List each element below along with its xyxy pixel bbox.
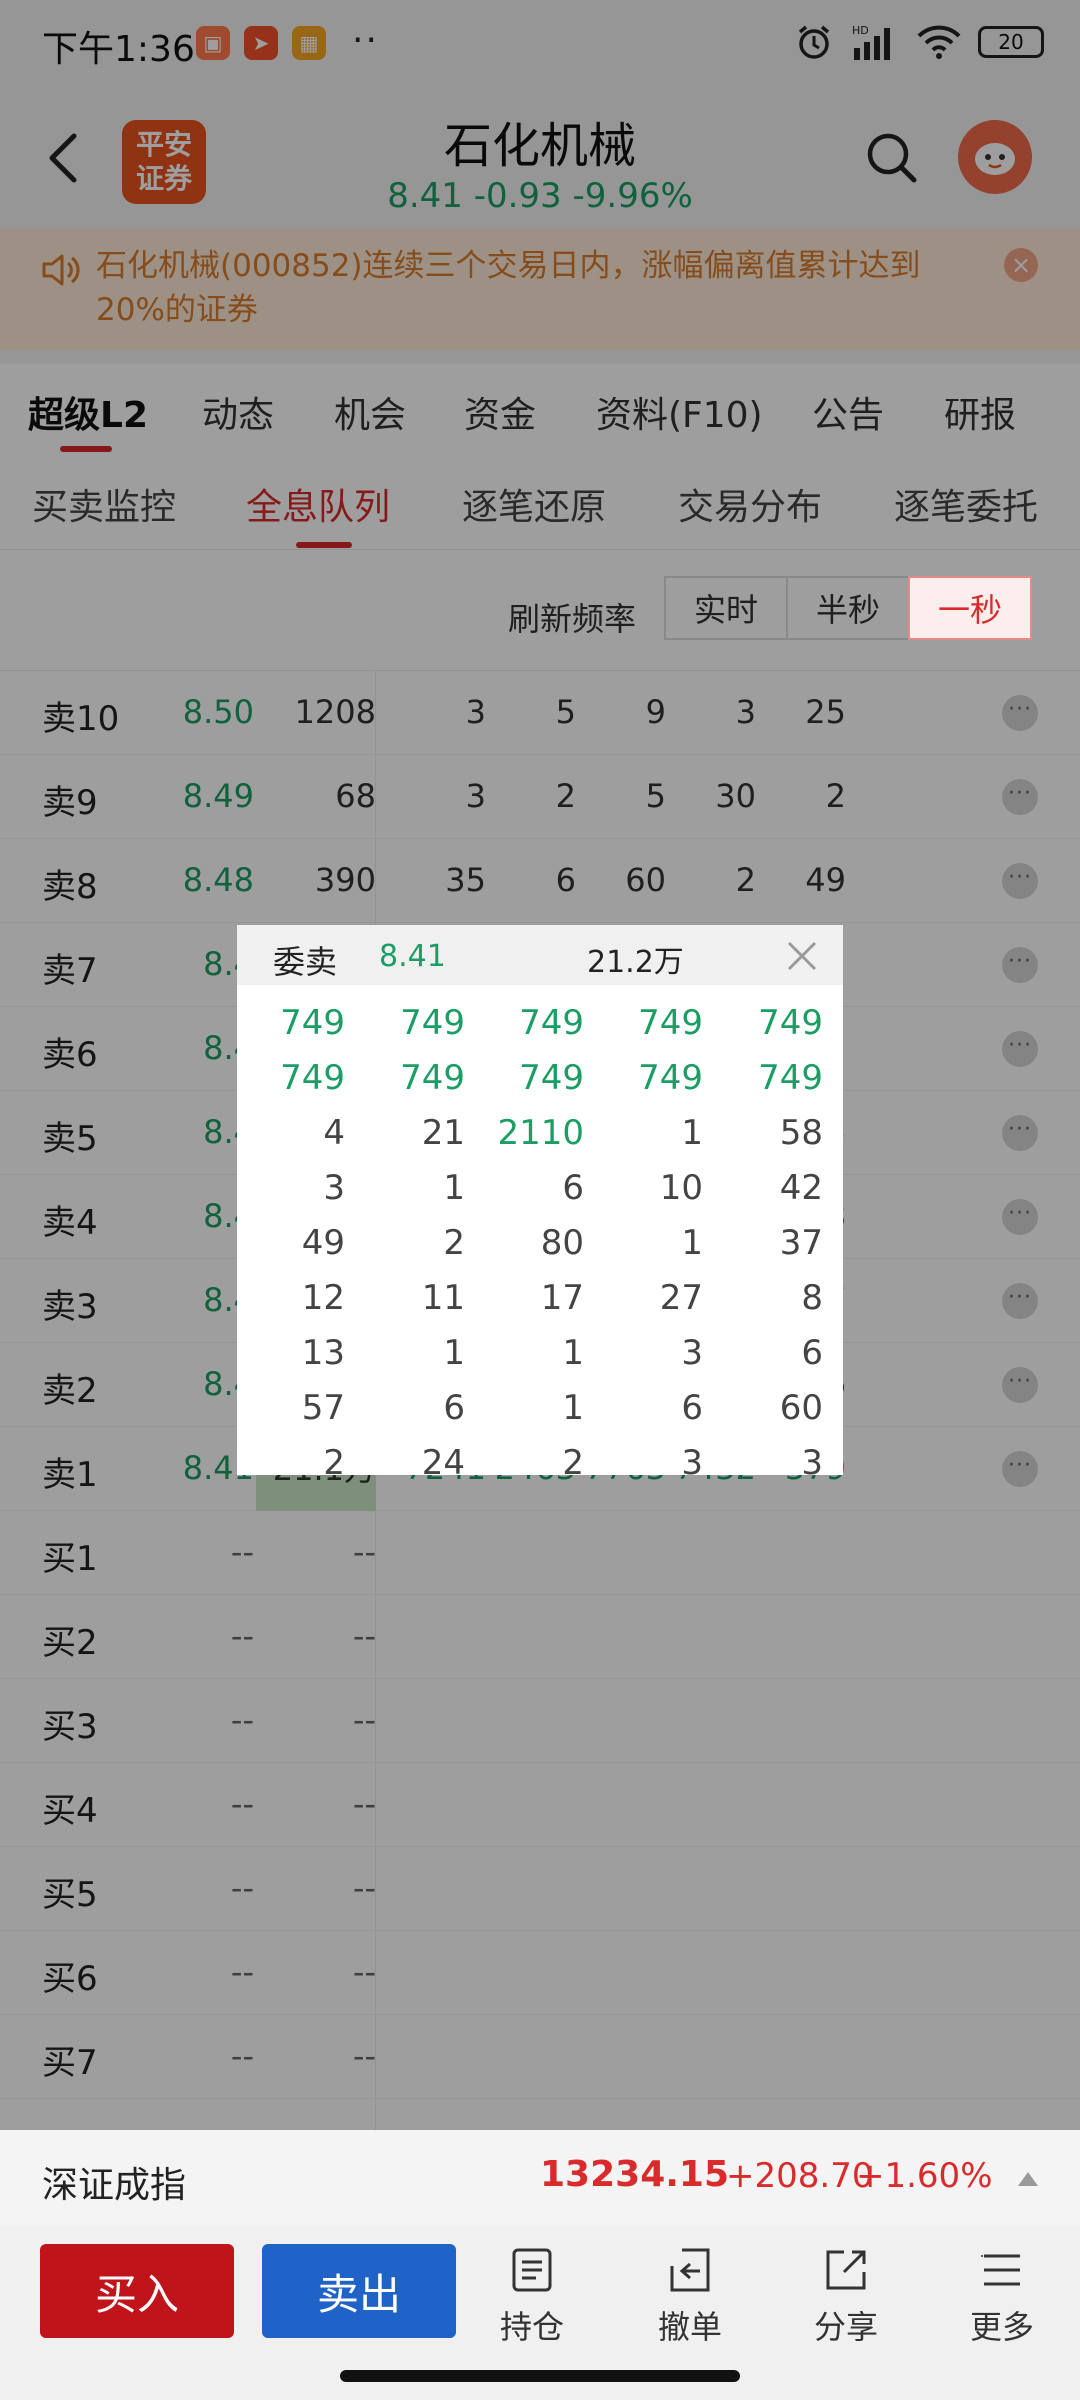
close-icon[interactable]	[785, 939, 819, 973]
popup-header: 委卖 8.41 21.2万	[237, 925, 843, 985]
expand-up-icon[interactable]	[1018, 2172, 1038, 2186]
popup-queue-cell: 12	[301, 1278, 345, 1318]
popup-queue-cell: 57	[301, 1388, 345, 1428]
popup-queue-cell: 4	[323, 1113, 345, 1153]
popup-queue-cell: 3	[681, 1333, 703, 1373]
more-menu-icon	[981, 2254, 1020, 2286]
bottom-action-bar: 买入 卖出 持仓 撤单 分享 更多	[0, 2226, 1080, 2400]
cancel-order-button[interactable]: 撤单	[630, 2246, 750, 2348]
index-value: 13234.15	[540, 2154, 730, 2195]
home-indicator[interactable]	[340, 2370, 740, 2382]
popup-queue-cell: 37	[779, 1223, 823, 1263]
popup-queue-cell: 2110	[497, 1113, 584, 1153]
popup-queue-cell: 749	[758, 1003, 823, 1043]
popup-queue-cell: 749	[519, 1058, 584, 1098]
refresh-one-second-button[interactable]: 一秒	[908, 576, 1032, 640]
popup-queue-cell: 24	[421, 1443, 465, 1475]
popup-queue-cell: 8	[801, 1278, 823, 1318]
holdings-icon	[512, 2248, 552, 2292]
popup-queue-cell: 1	[681, 1113, 703, 1153]
popup-queue-cell: 1	[562, 1388, 584, 1428]
popup-queue-cell: 3	[801, 1443, 823, 1475]
buy-button[interactable]: 买入	[40, 2244, 234, 2338]
share-label: 分享	[813, 2308, 878, 2346]
more-label: 更多	[969, 2308, 1034, 2346]
popup-queue-cell: 17	[540, 1278, 584, 1318]
cancel-order-icon	[670, 2248, 710, 2292]
popup-queue-cell: 6	[443, 1388, 465, 1428]
popup-queue-cell: 11	[421, 1278, 465, 1318]
popup-queue-cell: 1	[681, 1223, 703, 1263]
popup-queue-cell: 749	[638, 1003, 703, 1043]
sell-button[interactable]: 卖出	[262, 2244, 456, 2338]
ask-queue-popup: 委卖 8.41 21.2万 749 749 749 749 749 749 749 749 74…	[237, 925, 843, 1475]
popup-queue-cell: 80	[540, 1223, 584, 1263]
popup-queue-cell: 3	[681, 1443, 703, 1475]
popup-queue-cell: 1	[562, 1333, 584, 1373]
popup-queue-cell: 749	[638, 1058, 703, 1098]
more-button[interactable]: 更多	[942, 2246, 1062, 2348]
popup-queue-cell: 6	[562, 1168, 584, 1208]
popup-queue-cell: 27	[659, 1278, 703, 1318]
index-ticker-bar[interactable]: 深证成指 13234.15 +208.70 +1.60%	[0, 2130, 1080, 2226]
holdings-button[interactable]: 持仓	[472, 2246, 592, 2348]
popup-queue-cell: 58	[779, 1113, 823, 1153]
popup-queue-cell: 60	[779, 1388, 823, 1428]
popup-queue-cell: 749	[400, 1058, 465, 1098]
popup-queue-cell: 749	[400, 1003, 465, 1043]
share-icon	[826, 2250, 866, 2290]
popup-queue-cell: 1	[443, 1333, 465, 1373]
popup-queue-cell: 749	[280, 1058, 345, 1098]
index-name: 深证成指	[42, 2165, 187, 2206]
popup-queue-cell: 2	[562, 1443, 584, 1475]
popup-queue-cell: 749	[280, 1003, 345, 1043]
popup-queue-cell: 10	[659, 1168, 703, 1208]
share-button[interactable]: 分享	[786, 2246, 906, 2348]
popup-queue-cell: 21	[421, 1113, 465, 1153]
holdings-label: 持仓	[499, 2308, 564, 2346]
popup-queue-cell: 749	[758, 1058, 823, 1098]
popup-queue-cell: 3	[323, 1168, 345, 1208]
popup-queue-cell: 42	[779, 1168, 823, 1208]
popup-queue-cell: 749	[519, 1003, 584, 1043]
popup-total-volume: 21.2万	[587, 945, 684, 980]
popup-queue-cell: 6	[681, 1388, 703, 1428]
index-change: +208.70	[726, 2156, 874, 2196]
popup-queue-cell: 2	[323, 1443, 345, 1475]
popup-queue-cell: 6	[801, 1333, 823, 1373]
popup-side-label: 委卖	[273, 943, 338, 981]
index-change-pct: +1.60%	[856, 2156, 993, 2196]
popup-queue-cell: 13	[301, 1333, 345, 1373]
cancel-order-label: 撤单	[657, 2308, 722, 2346]
popup-queue-cell: 2	[443, 1223, 465, 1263]
popup-queue-cell: 49	[301, 1223, 345, 1263]
popup-price: 8.41	[379, 939, 446, 974]
popup-queue-cell: 1	[443, 1168, 465, 1208]
